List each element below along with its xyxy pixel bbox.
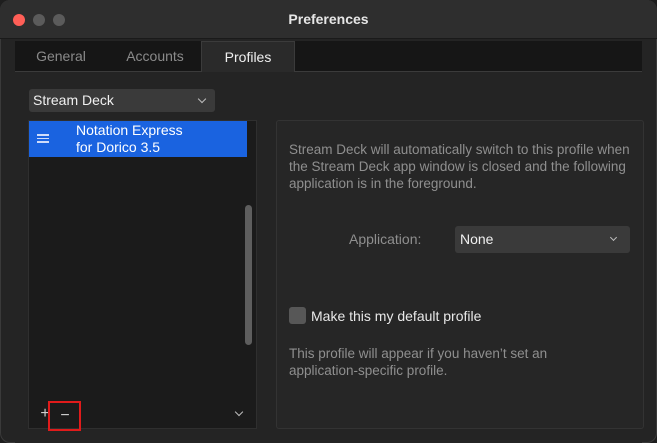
list-item[interactable]: Notation Express for Dorico 3.5 xyxy=(29,121,247,157)
application-dropdown[interactable]: None xyxy=(455,226,630,253)
application-label: Application: xyxy=(349,231,422,247)
remove-button-highlight: − xyxy=(48,401,81,431)
profile-dropdown-value: Stream Deck xyxy=(33,92,114,108)
tab-accounts[interactable]: Accounts xyxy=(115,41,195,71)
chevron-down-icon xyxy=(609,233,618,242)
preferences-window: Preferences General Accounts Profiles St… xyxy=(0,0,657,443)
list-item-title: Notation Express xyxy=(76,122,183,138)
chevron-down-icon[interactable] xyxy=(234,407,244,417)
title-bar[interactable]: Preferences xyxy=(0,0,657,39)
drag-handle-icon[interactable] xyxy=(37,134,49,143)
profile-detail-panel: Stream Deck will automatically switch to… xyxy=(276,120,644,429)
profile-list[interactable]: Notation Express for Dorico 3.5 + − xyxy=(28,120,257,431)
window-title: Preferences xyxy=(288,11,369,27)
list-scrollbar[interactable] xyxy=(245,205,252,345)
tab-general[interactable]: General xyxy=(23,41,99,71)
remove-profile-button[interactable]: − xyxy=(59,407,71,425)
application-dropdown-value: None xyxy=(460,231,494,247)
default-profile-label[interactable]: Make this my default profile xyxy=(311,307,481,325)
chevron-down-icon xyxy=(197,94,207,104)
list-item-subtitle: for Dorico 3.5 xyxy=(76,139,161,155)
tab-bar: General Accounts Profiles xyxy=(15,41,642,73)
profile-dropdown[interactable]: Stream Deck xyxy=(29,89,215,112)
default-profile-checkbox[interactable] xyxy=(289,307,306,324)
list-toolbar: + − xyxy=(29,401,256,431)
tab-profiles[interactable]: Profiles xyxy=(201,41,295,73)
profile-description: Stream Deck will automatically switch to… xyxy=(289,142,630,191)
profile-hint: This profile will appear if you haven’t … xyxy=(289,346,548,378)
